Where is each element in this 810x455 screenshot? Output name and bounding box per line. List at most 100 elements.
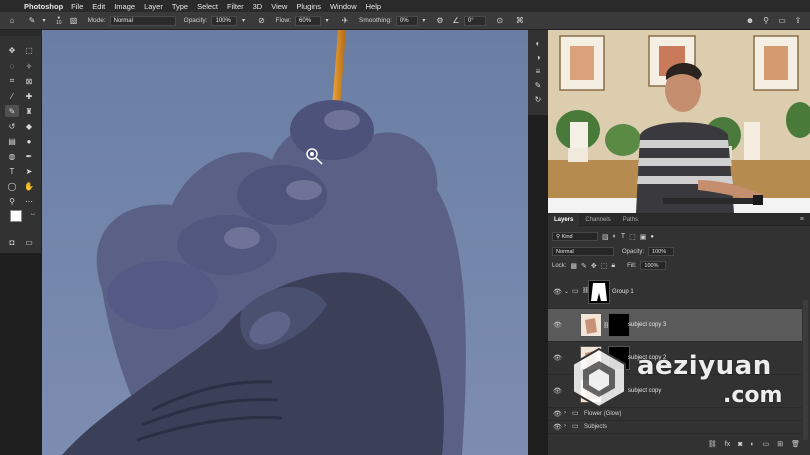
foreground-color-swatch[interactable] bbox=[10, 210, 22, 222]
frame-tool-icon[interactable]: ⊠ bbox=[22, 75, 36, 87]
visibility-eye-icon[interactable]: 👁︎ bbox=[553, 423, 562, 431]
group-mask-thumbnail[interactable] bbox=[588, 280, 610, 304]
lock-position-icon[interactable]: ✥ bbox=[591, 262, 597, 270]
toolbar-collapse[interactable] bbox=[0, 30, 42, 36]
blend-mode-select[interactable]: Normal bbox=[552, 247, 614, 256]
adjustment-layer-icon[interactable]: ◐ bbox=[750, 441, 754, 448]
fill-field[interactable]: 100% bbox=[640, 261, 667, 270]
marquee-tool-icon[interactable]: ⬚ bbox=[22, 44, 36, 56]
home-icon[interactable]: ⌂ bbox=[6, 15, 18, 27]
ellipse-tool-icon[interactable]: ◯ bbox=[5, 180, 19, 192]
smoothing-field[interactable]: 0% bbox=[395, 15, 418, 26]
menu-image[interactable]: Image bbox=[114, 2, 135, 11]
crop-tool-icon[interactable]: ⌗ bbox=[5, 75, 19, 87]
chevron-down-icon[interactable]: ▾ bbox=[38, 15, 50, 27]
menu-plugins[interactable]: Plugins bbox=[296, 2, 321, 11]
filter-pixel-icon[interactable]: ▨ bbox=[602, 233, 609, 241]
history-brush-tool-icon[interactable]: ↺ bbox=[5, 120, 19, 132]
screen-mode-icon[interactable]: ▭ bbox=[22, 236, 36, 248]
move-tool-icon[interactable]: ✥ bbox=[5, 44, 19, 56]
color-panel-icon[interactable]: ◐ bbox=[532, 38, 544, 49]
menu-layer[interactable]: Layer bbox=[144, 2, 163, 11]
more-tools-icon[interactable]: ⋯ bbox=[22, 195, 36, 207]
layer-group-row[interactable]: 👁︎ › ▭ Subjects bbox=[548, 421, 802, 434]
brush-settings-panel-icon[interactable]: ✎ bbox=[532, 80, 544, 91]
smoothing-dropdown-icon[interactable]: ▾ bbox=[418, 15, 430, 27]
opacity-field[interactable]: 100% bbox=[211, 15, 238, 26]
zoom-tool-icon[interactable]: ⚲ bbox=[5, 195, 19, 207]
layers-scrollbar[interactable] bbox=[803, 300, 808, 440]
hand-tool-icon[interactable]: ✋ bbox=[22, 180, 36, 192]
menu-view[interactable]: View bbox=[271, 2, 287, 11]
quick-mask-icon[interactable]: ◘ bbox=[5, 236, 19, 248]
layer-mask-thumbnail[interactable] bbox=[608, 346, 630, 370]
symmetry-icon[interactable]: ⌘ bbox=[514, 15, 526, 27]
healing-brush-tool-icon[interactable]: ✚ bbox=[22, 90, 36, 102]
expand-chevron-icon[interactable]: › bbox=[564, 410, 566, 416]
filter-toggle-icon[interactable]: ● bbox=[650, 234, 654, 240]
layer-row[interactable]: 👁︎ ⌄ ▭ ⛓ Group 1 bbox=[548, 276, 802, 309]
dodge-tool-icon[interactable]: ◍ bbox=[5, 150, 19, 162]
flow-dropdown-icon[interactable]: ▾ bbox=[321, 15, 333, 27]
brush-preset-picker[interactable]: ● 10 bbox=[56, 15, 62, 26]
tab-paths[interactable]: Paths bbox=[617, 214, 644, 226]
share-user-icon[interactable]: ☻ bbox=[744, 15, 756, 27]
filter-kind-select[interactable]: ⚲ Kind bbox=[552, 232, 598, 241]
visibility-eye-icon[interactable]: 👁︎ bbox=[553, 288, 562, 296]
layer-thumbnail[interactable] bbox=[580, 379, 602, 403]
tab-channels[interactable]: Channels bbox=[579, 214, 616, 226]
panel-menu-icon[interactable]: ≡ bbox=[800, 216, 804, 223]
menu-window[interactable]: Window bbox=[330, 2, 357, 11]
menu-file[interactable]: File bbox=[71, 2, 83, 11]
airbrush-icon[interactable]: ✈ bbox=[339, 15, 351, 27]
lock-artboard-icon[interactable]: ⬚ bbox=[601, 262, 608, 270]
workspace-icon[interactable]: ▭ bbox=[776, 15, 788, 27]
add-mask-icon[interactable]: ◙ bbox=[738, 441, 742, 448]
flow-field[interactable]: 60% bbox=[295, 15, 322, 26]
mode-select[interactable]: Normal bbox=[109, 15, 176, 26]
menu-select[interactable]: Select bbox=[197, 2, 218, 11]
app-name[interactable]: Photoshop bbox=[24, 2, 63, 11]
lock-all-icon[interactable]: 🔒︎ bbox=[611, 262, 615, 270]
clone-stamp-tool-icon[interactable]: ♜ bbox=[22, 105, 36, 117]
blur-tool-icon[interactable]: ● bbox=[22, 135, 36, 147]
brush-tool-icon[interactable]: ✎ bbox=[26, 15, 38, 27]
pen-tool-icon[interactable]: ✒ bbox=[22, 150, 36, 162]
brush-settings-icon[interactable]: ▧ bbox=[68, 15, 80, 27]
filter-type-icon[interactable]: T bbox=[621, 233, 625, 240]
lock-image-icon[interactable]: ✎ bbox=[581, 262, 587, 270]
menu-edit[interactable]: Edit bbox=[92, 2, 105, 11]
menu-type[interactable]: Type bbox=[172, 2, 188, 11]
layer-opacity-field[interactable]: 100% bbox=[648, 247, 675, 256]
pressure-size-icon[interactable]: ⊙ bbox=[494, 15, 506, 27]
visibility-eye-icon[interactable]: 👁︎ bbox=[553, 321, 562, 329]
menu-3d[interactable]: 3D bbox=[253, 2, 263, 11]
angle-field[interactable]: 0° bbox=[463, 15, 486, 26]
expand-chevron-icon[interactable]: › bbox=[564, 423, 566, 429]
type-tool-icon[interactable]: T bbox=[5, 165, 19, 177]
share-icon[interactable]: ⇪ bbox=[792, 15, 804, 27]
path-selection-tool-icon[interactable]: ➤ bbox=[22, 165, 36, 177]
filter-adjustment-icon[interactable]: ◐ bbox=[613, 233, 617, 240]
pressure-opacity-icon[interactable]: ⊘ bbox=[255, 15, 267, 27]
layer-thumbnail[interactable] bbox=[580, 346, 602, 370]
new-layer-icon[interactable]: ⊞ bbox=[777, 440, 783, 448]
lasso-tool-icon[interactable]: ◌ bbox=[5, 60, 19, 72]
visibility-eye-icon[interactable]: 👁︎ bbox=[553, 410, 562, 418]
gradient-tool-icon[interactable]: ▤ bbox=[5, 135, 19, 147]
history-panel-icon[interactable]: ↻ bbox=[532, 94, 544, 105]
delete-layer-icon[interactable]: 🗑︎ bbox=[791, 440, 800, 448]
expand-chevron-icon[interactable]: ⌄ bbox=[564, 288, 569, 295]
layer-row[interactable]: 👁︎ subject copy 2 bbox=[548, 342, 802, 375]
brush-tool-icon[interactable]: ✎ bbox=[5, 105, 19, 117]
angle-icon[interactable]: ∠ bbox=[450, 15, 462, 27]
layer-row-selected[interactable]: 👁︎ ⛓ subject copy 3 bbox=[548, 309, 802, 342]
gear-icon[interactable]: ⚙ bbox=[434, 15, 446, 27]
properties-panel-icon[interactable]: ≡ bbox=[532, 66, 544, 77]
link-layers-icon[interactable]: ⛓ bbox=[708, 440, 717, 448]
new-group-icon[interactable]: ▭ bbox=[763, 440, 770, 448]
eyedropper-tool-icon[interactable]: ⁄ bbox=[5, 90, 19, 102]
lock-transparency-icon[interactable]: ▦ bbox=[570, 262, 577, 270]
layer-row[interactable]: 👁︎ subject copy bbox=[548, 375, 802, 408]
search-icon[interactable]: ⚲ bbox=[760, 15, 772, 27]
